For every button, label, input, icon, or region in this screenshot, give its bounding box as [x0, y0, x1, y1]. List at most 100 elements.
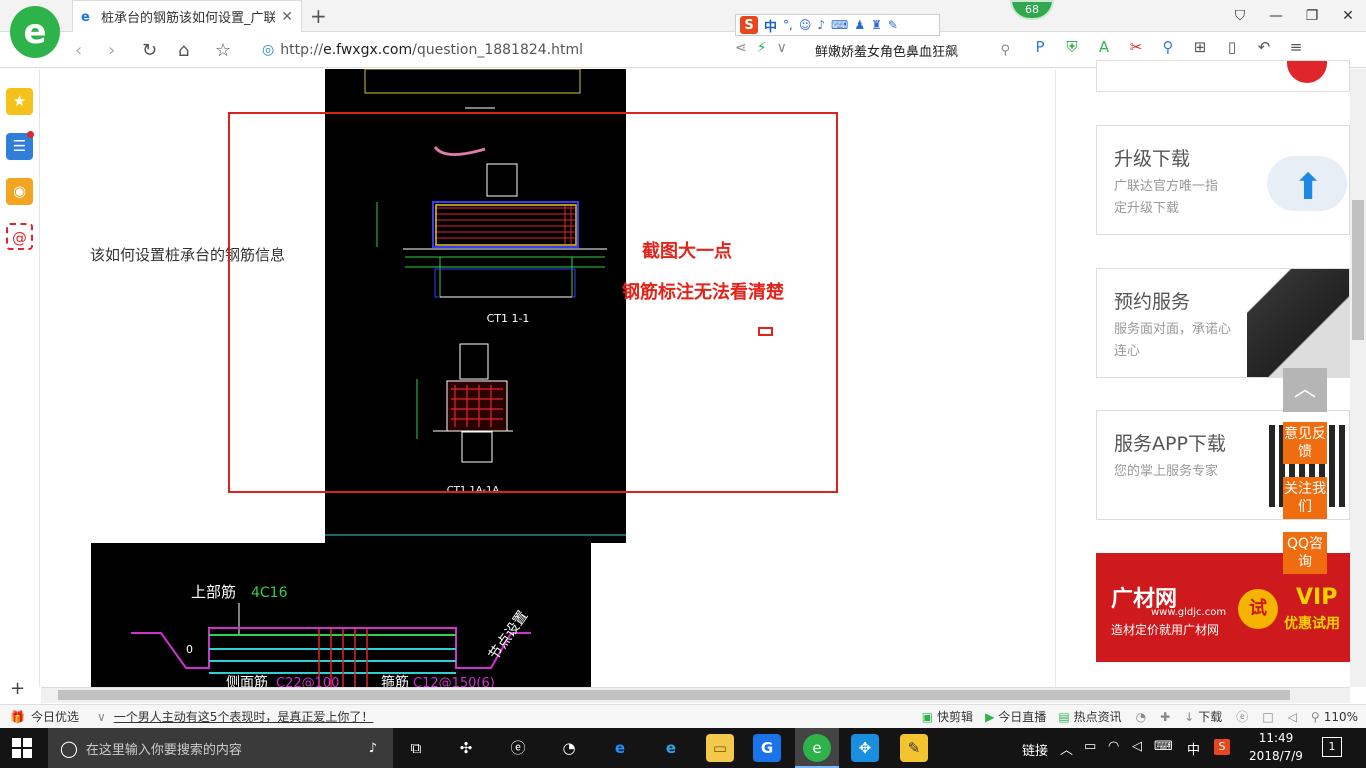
status-item-news[interactable]: 热点资讯 [1074, 708, 1122, 725]
back-icon[interactable]: ‹ [75, 40, 82, 61]
close-window-button[interactable]: ✕ [1330, 0, 1366, 32]
ime-indicator[interactable]: 中 [1187, 739, 1200, 758]
ie-icon[interactable]: ⓔ [1236, 708, 1248, 725]
speaker-icon[interactable]: ◁ [1288, 710, 1297, 724]
browser-tab[interactable]: e 桩承台的钢筋该如何设置_广联达 ✕ [72, 0, 302, 32]
keyboard-icon[interactable]: ⌨ [831, 18, 848, 32]
back-to-top-button[interactable]: ︿ [1283, 368, 1327, 412]
start-windows-icon[interactable] [12, 738, 32, 758]
pin-icon[interactable]: ✚ [1160, 710, 1170, 724]
cortana-icon: ◯ [60, 738, 78, 758]
status-item-clip[interactable]: 快剪辑 [937, 708, 973, 725]
news-headline-link[interactable]: 一个男人主动有这5个表现时，是真正爱上你了！ [114, 708, 374, 725]
speed-icon[interactable]: ◔ [1136, 710, 1146, 724]
emoji-icon[interactable]: ☺ [799, 18, 812, 32]
move-app-icon[interactable]: ✥ [851, 734, 879, 762]
glodon-icon[interactable]: G [753, 734, 781, 762]
site-info-icon[interactable]: ◎ [262, 42, 274, 58]
shield-icon[interactable]: ⛨ [1062, 38, 1082, 56]
ime-punct[interactable]: °, [783, 18, 793, 32]
status-item-download[interactable]: 下载 [1198, 708, 1222, 725]
live-icon: ▶ [985, 709, 995, 724]
add-sidebar-icon[interactable]: + [10, 678, 25, 699]
dropdown-icon[interactable]: ∨ [777, 40, 787, 56]
taskbar-date[interactable]: 2018/7/9 [1244, 749, 1308, 763]
skin-icon[interactable]: ♜ [871, 18, 882, 32]
translate-icon[interactable]: P [1030, 38, 1050, 56]
wrench-icon[interactable]: ✎ [888, 18, 898, 32]
feedback-button[interactable]: 意见反馈 [1283, 422, 1327, 464]
follow-us-button[interactable]: 关注我们 [1283, 477, 1327, 519]
search-box[interactable]: 鲜嫩娇羞女角色鼻血狂飙 ⚲ [815, 36, 1010, 64]
magnifier-icon[interactable]: ⚲ [1158, 38, 1178, 56]
volume-icon[interactable]: ◁ [1132, 739, 1142, 754]
phone-icon[interactable]: ▯ [1222, 38, 1242, 56]
address-bar[interactable]: ◎ http://e.fwxgx.com/question_1881824.ht… [262, 36, 732, 64]
keyboard-tray-icon[interactable]: ⌨ [1154, 739, 1173, 754]
taskbar-search[interactable]: ◯ 在这里输入你要搜索的内容 ♪ [48, 728, 393, 768]
scrollbar-thumb[interactable] [1352, 200, 1364, 340]
fan-app-icon[interactable]: ✣ [452, 734, 480, 762]
browser-logo[interactable]: e [10, 6, 60, 58]
user-icon[interactable]: ♟ [854, 18, 865, 32]
ime-toolbar[interactable]: S 中 °, ☺ ♪ ⌨ ♟ ♜ ✎ [735, 14, 940, 36]
new-tab-button[interactable]: + [310, 4, 327, 28]
wifi-icon[interactable]: ◠ [1108, 739, 1119, 754]
shirt-icon[interactable]: ⛉ [1222, 0, 1258, 32]
refresh-icon[interactable]: ↻ [142, 40, 157, 61]
taskbar-links[interactable]: 链接 [1022, 740, 1048, 759]
zoom-level[interactable]: 110% [1324, 710, 1358, 724]
card-appointment[interactable]: 预约服务 服务面对面，承诺心连心 [1096, 268, 1350, 378]
tray-chevron-icon[interactable]: ︿ [1060, 739, 1073, 758]
taskbar-time[interactable]: 11:49 [1250, 731, 1302, 745]
status-item-live[interactable]: 今日直播 [998, 708, 1046, 725]
scissors-icon[interactable]: ✂ [1126, 38, 1146, 56]
annotation-line-2: 钢筋标注无法看清楚 [622, 282, 784, 303]
news-icon: ▤ [1058, 709, 1070, 724]
favorites-icon[interactable]: ★ [6, 88, 33, 115]
restore-button[interactable]: ❐ [1294, 0, 1330, 32]
vertical-scrollbar[interactable] [1350, 69, 1366, 687]
card-desc: 广联达官方唯一指定升级下载 [1114, 179, 1219, 216]
action-center-icon[interactable]: 1 [1322, 737, 1342, 757]
home-icon[interactable]: ⌂ [178, 40, 189, 61]
hscrollbar-thumb[interactable] [58, 690, 1290, 700]
file-explorer-icon[interactable]: ▭ [706, 734, 734, 762]
mail-icon[interactable]: @ [6, 223, 33, 250]
chevron-down-icon[interactable]: ∨ [97, 710, 106, 724]
mic-icon[interactable]: ♪ [817, 18, 825, 32]
font-icon[interactable]: A [1094, 38, 1114, 56]
address-tools: ⋖ ⚡ ∨ [735, 40, 787, 56]
notes-app-icon[interactable]: ✎ [900, 734, 928, 762]
task-view-icon[interactable]: ⧉ [402, 734, 430, 762]
ie-taskbar-icon[interactable]: e [657, 734, 685, 762]
qq-consult-button[interactable]: QQ咨询 [1283, 532, 1327, 574]
ad-slogan: 造材定价就用广材网 [1111, 623, 1220, 637]
sogou-tray-icon[interactable]: S [1214, 739, 1230, 755]
browser-e-icon[interactable]: ⓔ [504, 734, 532, 762]
battery-icon[interactable]: ▭ [1084, 739, 1096, 754]
forward-icon[interactable]: › [108, 40, 115, 61]
search-query[interactable]: 鲜嫩娇羞女角色鼻血狂飙 [815, 41, 958, 60]
edge-icon[interactable]: e [606, 734, 634, 762]
card-upgrade-download[interactable]: 升级下载 广联达官方唯一指定升级下载 ⬆ [1096, 125, 1350, 235]
bolt-icon[interactable]: ⚡ [757, 40, 767, 56]
weibo-icon[interactable]: ◉ [6, 178, 33, 205]
microphone-icon[interactable]: ♪ [369, 741, 377, 756]
minimize-button[interactable]: — [1258, 0, 1294, 32]
search-icon[interactable]: ⚲ [1000, 43, 1010, 58]
today-pick-label[interactable]: 今日优选 [31, 708, 79, 725]
sogou-icon[interactable]: S [740, 16, 758, 34]
g-app-icon[interactable]: ◔ [555, 734, 583, 762]
menu-icon[interactable]: ≡ [1286, 38, 1306, 56]
apps-icon[interactable]: ⊞ [1190, 38, 1210, 56]
share-icon[interactable]: ⋖ [735, 40, 747, 56]
favorite-star-icon[interactable]: ☆ [215, 40, 231, 61]
ad-site: www.gldjc.com [1151, 607, 1227, 618]
undo-icon[interactable]: ↶ [1254, 38, 1274, 56]
close-tab-icon[interactable]: ✕ [281, 9, 293, 25]
ime-mode[interactable]: 中 [764, 16, 777, 35]
360-browser-icon[interactable]: e [803, 734, 831, 762]
window-icon[interactable]: □ [1262, 710, 1273, 724]
cad-screenshot-2[interactable]: 上部筋 4C16 0 侧面筋 C22@100 箍筋 C12@150(6) 节点设… [91, 543, 591, 687]
